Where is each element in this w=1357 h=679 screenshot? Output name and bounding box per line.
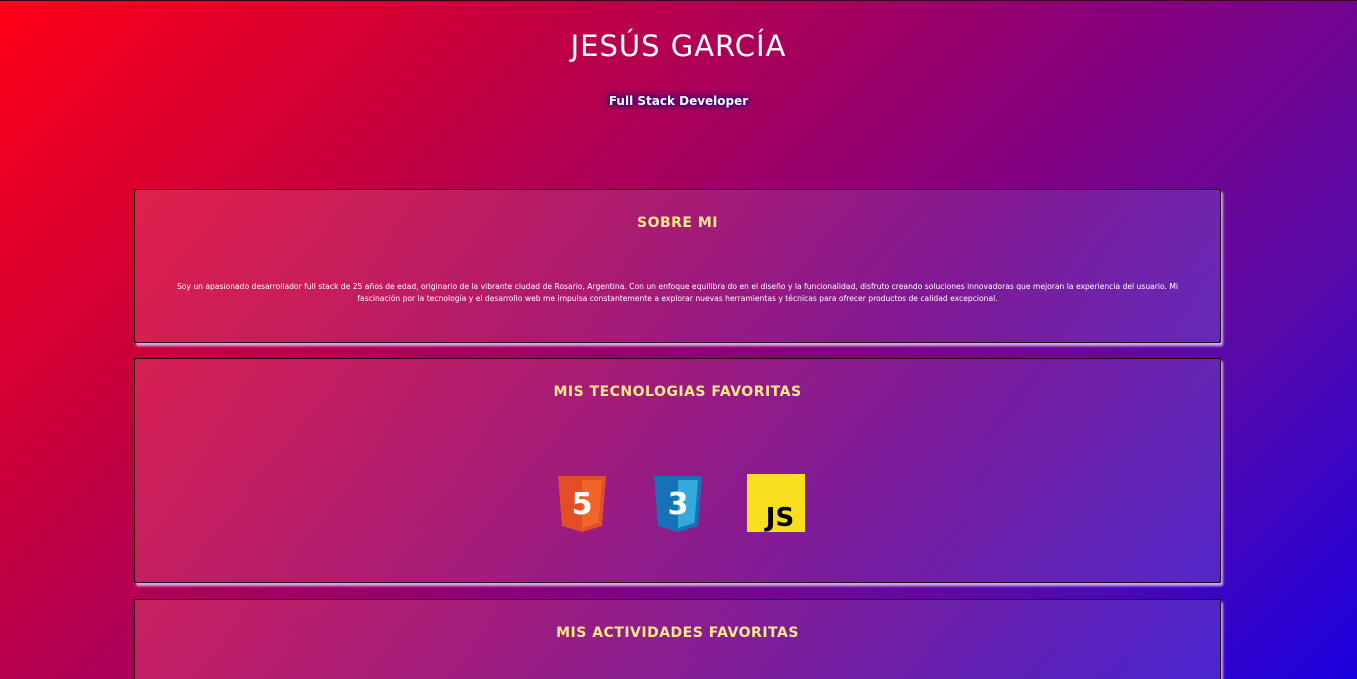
technologies-icons: 5 3 JS	[135, 474, 1220, 534]
page-title: JESÚS GARCÍA	[570, 29, 787, 63]
about-card: SOBRE MI Soy un apasionado desarrollador…	[134, 189, 1221, 343]
javascript-icon-label: JS	[764, 503, 794, 532]
css3-icon-label: 3	[668, 487, 689, 522]
html5-icon: 5	[558, 476, 606, 532]
about-title: SOBRE MI	[636, 215, 718, 231]
css3-icon: 3	[654, 476, 702, 532]
activities-card: MIS ACTIVIDADES FAVORITAS	[134, 599, 1221, 679]
technologies-card: MIS TECNOLOGIAS FAVORITAS 5 3 JS	[134, 358, 1221, 583]
javascript-icon: JS	[747, 474, 805, 532]
about-text: Soy un apasionado desarrollador full sta…	[176, 282, 1179, 303]
activities-title: MIS ACTIVIDADES FAVORITAS	[556, 625, 799, 641]
html5-icon-label: 5	[572, 487, 593, 522]
role-subtitle: Full Stack Developer	[608, 94, 749, 108]
technologies-title: MIS TECNOLOGIAS FAVORITAS	[553, 384, 802, 400]
